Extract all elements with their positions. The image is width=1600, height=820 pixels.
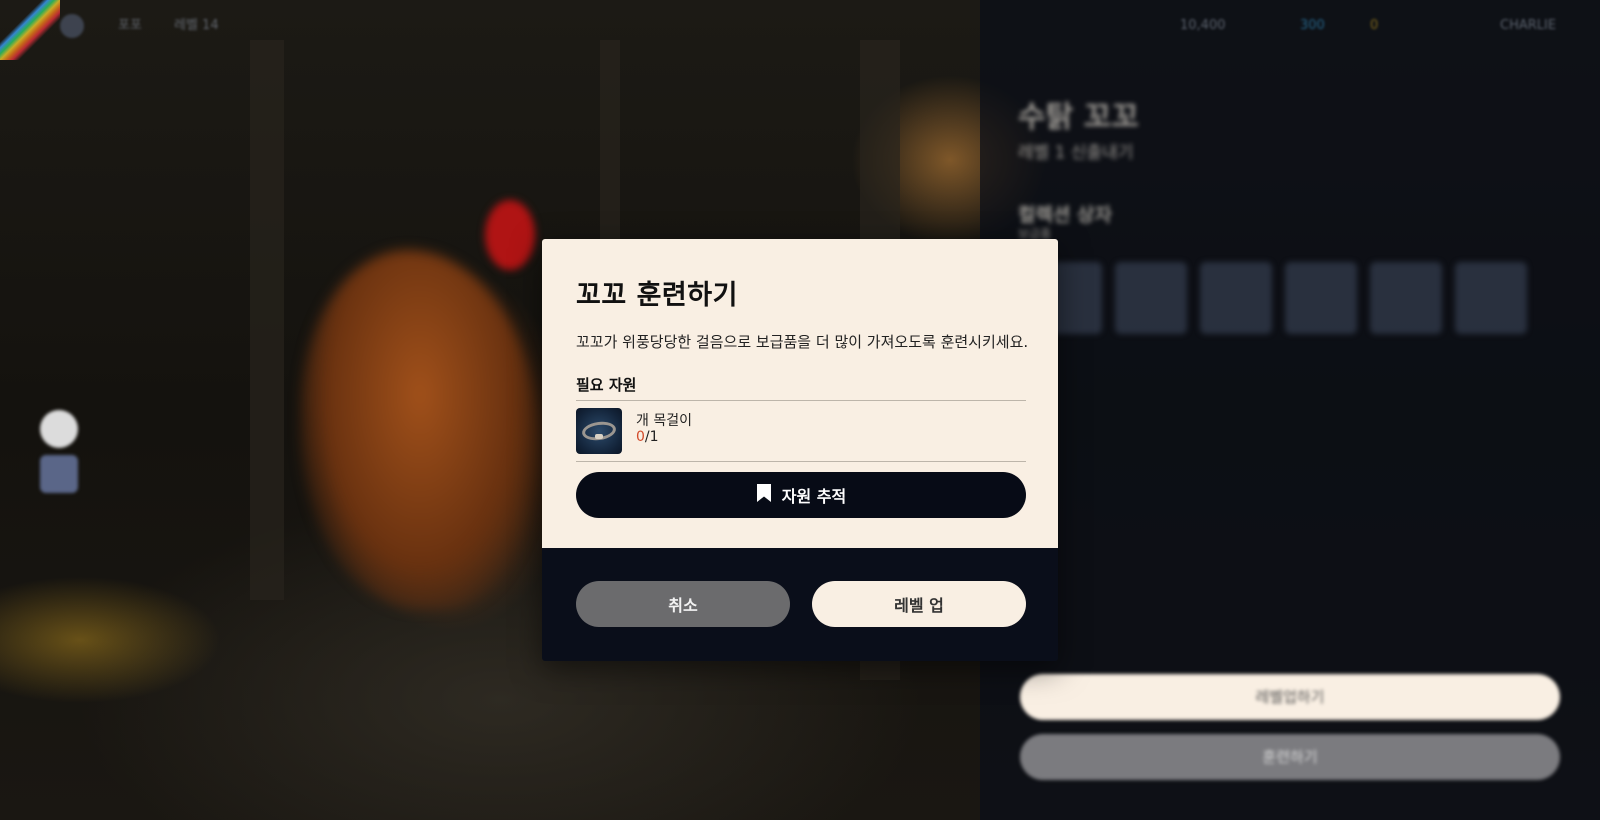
currency-amount: 300 [1300,18,1325,33]
track-resource-label: 자원 추적 [781,487,847,506]
side-map-icon[interactable] [40,455,78,493]
dog-collar-icon [576,408,622,454]
required-resources-label: 필요 자원 [576,376,637,394]
panel-section-title: 컬렉션 상자 [1018,204,1113,226]
side-menu-icon[interactable] [40,410,78,448]
top-bar: 포포 레벨 14 10,400 300 0 CHARLIE [0,0,1600,52]
rooster-image [300,250,540,610]
barn-beam [250,40,284,600]
collection-thumb [1370,262,1442,334]
background-primary-button: 레벨업하기 [1020,674,1560,720]
dialog-body: 꼬꼬 훈련하기 꼬꼬가 위풍당당한 걸음으로 보급품을 더 많이 가져오도록 훈… [542,239,1058,548]
track-resource-button[interactable]: 자원 추적 [576,472,1026,518]
dialog-description: 꼬꼬가 위풍당당한 걸음으로 보급품을 더 많이 가져오도록 훈련시키세요. [576,333,1029,351]
resource-need: /1 [644,429,659,445]
train-dialog: 꼬꼬 훈련하기 꼬꼬가 위풍당당한 걸음으로 보급품을 더 많이 가져오도록 훈… [542,239,1058,661]
level-up-button[interactable]: 레벨 업 [812,581,1026,627]
collection-thumb [1455,262,1527,334]
resource-count: 0/1 [636,429,659,445]
resource-name: 개 목걸이 [636,413,692,429]
profile-name[interactable]: CHARLIE [1500,14,1556,38]
currency-amount: 10,400 [1180,18,1226,33]
cancel-button[interactable]: 취소 [576,581,790,627]
rooster-comb [485,200,535,270]
collection-thumb [1200,262,1272,334]
panel-subtitle: 레벨 1 신출내기 [1018,143,1134,163]
panel-title: 수탉 꼬꼬 [1018,100,1139,135]
settings-icon[interactable] [60,14,84,38]
divider [576,461,1026,462]
currency-amount: 0 [1370,18,1379,33]
home-icon[interactable] [1405,14,1427,38]
divider [576,400,1026,401]
dialog-title: 꼬꼬 훈련하기 [576,280,738,311]
top-nav-item[interactable]: 포포 [118,14,142,38]
collection-thumb [1285,262,1357,334]
bookmark-icon [756,484,772,506]
top-nav-item[interactable]: 레벨 14 [174,14,219,38]
resource-have: 0 [636,429,645,445]
background-secondary-button: 훈련하기 [1020,734,1560,780]
collection-thumb [1115,262,1187,334]
dialog-footer: 취소 레벨 업 [542,548,1058,661]
